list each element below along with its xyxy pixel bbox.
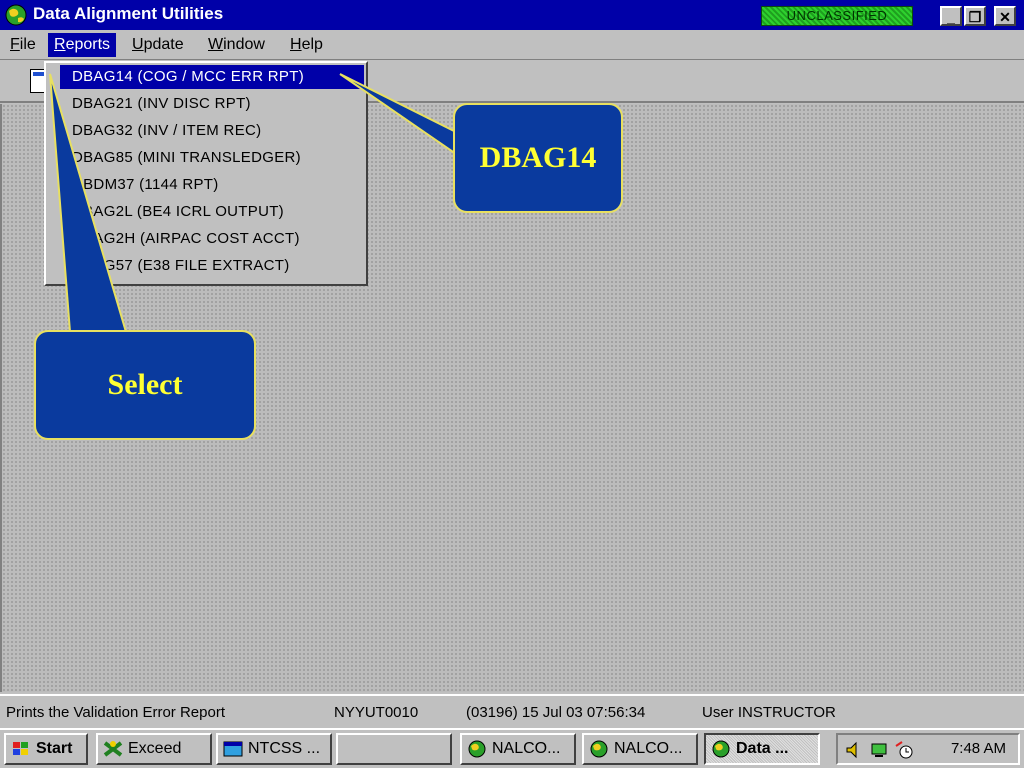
restore-button[interactable]: ❐ (964, 6, 986, 26)
menu-window[interactable]: Window (202, 33, 271, 57)
menu-file[interactable]: File (4, 33, 42, 57)
menu-help[interactable]: Help (284, 33, 329, 57)
exceed-x-icon (103, 741, 123, 757)
taskbar-exceed[interactable]: Exceed (96, 733, 212, 765)
menu-update[interactable]: Update (126, 33, 190, 57)
window-title: Data Alignment Utilities (33, 4, 224, 23)
status-user: User INSTRUCTOR (702, 704, 836, 721)
title-bar[interactable]: Data Alignment Utilities UNCLASSIFIED _ … (0, 0, 1024, 30)
status-session: (03196) 15 Jul 03 07:56:34 (466, 704, 646, 721)
menu-item-dbag57[interactable]: DBAG57 (E38 FILE EXTRACT) (60, 254, 364, 278)
close-button[interactable]: ✕ (994, 6, 1016, 26)
menu-item-dbag2l[interactable]: DBAG2L (BE4 ICRL OUTPUT) (60, 200, 364, 224)
menu-item-dbdm37[interactable]: DBDM37 (1144 RPT) (60, 173, 364, 197)
ntcss-window-icon (223, 741, 243, 757)
globe-icon (712, 740, 730, 758)
start-button[interactable]: Start (4, 733, 88, 765)
classification-box: UNCLASSIFIED (757, 3, 917, 29)
status-bar: Prints the Validation Error Report NYYUT… (0, 694, 1024, 728)
status-host: NYYUT0010 (334, 704, 419, 721)
menu-item-dbag2h[interactable]: DBAG2H (AIRPAC COST ACCT) (60, 227, 364, 251)
globe-icon (590, 740, 608, 758)
system-tray: 7:48 AM (836, 733, 1020, 765)
classification-badge: UNCLASSIFIED (761, 6, 913, 26)
taskbar-blank[interactable] (336, 733, 452, 765)
taskbar: Start Exceed NTCSS ... NALCO... NALCO... (0, 728, 1024, 768)
network-icon[interactable] (870, 740, 890, 760)
windows-flag-icon (13, 742, 28, 755)
menu-item-dbag85[interactable]: DBAG85 (MINI TRANSLEDGER) (60, 146, 364, 170)
status-message: Prints the Validation Error Report (6, 704, 225, 721)
speaker-icon[interactable] (844, 740, 864, 760)
menu-item-dbag14[interactable]: DBAG14 (COG / MCC ERR RPT) (60, 65, 364, 89)
taskbar-nalco-1[interactable]: NALCO... (460, 733, 576, 765)
clock[interactable]: 7:48 AM (951, 740, 1006, 757)
dbag14-callout: DBAG14 (453, 103, 623, 213)
select-callout: Select (34, 330, 256, 440)
taskbar-ntcss[interactable]: NTCSS ... (216, 733, 332, 765)
menu-bar: File Reports Update Window Help (0, 30, 1024, 60)
menu-item-dbag32[interactable]: DBAG32 (INV / ITEM REC) (60, 119, 364, 143)
taskbar-data[interactable]: Data ... (704, 733, 820, 765)
menu-reports[interactable]: Reports (48, 33, 117, 57)
globe-icon (468, 740, 486, 758)
menu-item-dbag21[interactable]: DBAG21 (INV DISC RPT) (60, 92, 364, 116)
minimize-button[interactable]: _ (940, 6, 962, 26)
globe-app-icon (5, 4, 27, 26)
scheduler-icon[interactable] (894, 740, 914, 760)
taskbar-nalco-2[interactable]: NALCO... (582, 733, 698, 765)
reports-dropdown: DBAG14 (COG / MCC ERR RPT) DBAG21 (INV D… (44, 61, 368, 286)
